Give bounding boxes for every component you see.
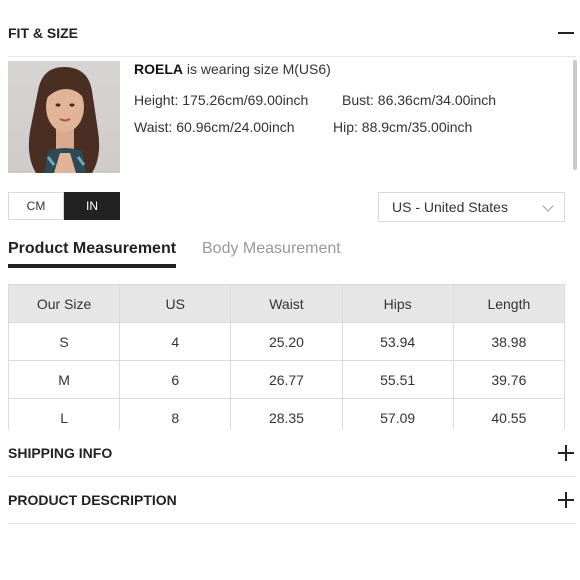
- header-our-size: Our Size: [8, 284, 121, 323]
- divider: [8, 476, 576, 477]
- model-waist: Waist: 60.96cm/24.00inch: [134, 119, 295, 135]
- unit-cm-button[interactable]: CM: [8, 192, 64, 220]
- model-wearing-text: ROELA is wearing size M(US6): [134, 61, 331, 77]
- table-cell: 6: [119, 360, 232, 399]
- table-row: L 8 28.35 57.09 40.55: [8, 398, 565, 430]
- table-cell: 28.35: [230, 398, 343, 430]
- table-cell: 40.55: [452, 398, 565, 430]
- model-name: ROELA: [134, 61, 183, 77]
- product-description-header[interactable]: PRODUCT DESCRIPTION: [8, 490, 580, 510]
- header-length: Length: [452, 284, 565, 323]
- table-cell: 55.51: [341, 360, 454, 399]
- tab-body-measurement[interactable]: Body Measurement: [202, 240, 341, 258]
- active-tab-underline: [8, 264, 177, 268]
- table-header-row: Our Size US Waist Hips Length: [8, 284, 565, 323]
- model-height: Height: 175.26cm/69.00inch: [134, 92, 309, 108]
- country-select-value: US - United States: [392, 199, 508, 215]
- product-description-title: PRODUCT DESCRIPTION: [8, 492, 177, 508]
- table-cell: L: [8, 398, 121, 430]
- header-us: US: [119, 284, 232, 323]
- header-hips: Hips: [341, 284, 454, 323]
- table-cell: M: [8, 360, 121, 399]
- tab-product-measurement[interactable]: Product Measurement: [8, 240, 177, 268]
- divider: [8, 523, 576, 524]
- table-cell: 4: [119, 322, 232, 361]
- header-waist: Waist: [230, 284, 343, 323]
- table-row: M 6 26.77 55.51 39.76: [8, 360, 565, 399]
- table-cell: 26.77: [230, 360, 343, 399]
- scrollbar[interactable]: [573, 60, 577, 170]
- plus-icon[interactable]: [558, 445, 574, 461]
- plus-icon[interactable]: [558, 492, 574, 508]
- table-cell: 53.94: [341, 322, 454, 361]
- country-select[interactable]: US - United States: [378, 192, 565, 222]
- shipping-info-title: SHIPPING INFO: [8, 445, 113, 461]
- table-cell: 39.76: [452, 360, 565, 399]
- table-cell: 8: [119, 398, 232, 430]
- tab-product-label: Product Measurement: [8, 240, 177, 257]
- fit-size-title: FIT & SIZE: [8, 25, 78, 41]
- fit-size-header[interactable]: FIT & SIZE: [8, 22, 580, 44]
- model-photo: [8, 61, 120, 173]
- table-cell: 25.20: [230, 322, 343, 361]
- size-table-container[interactable]: Our Size US Waist Hips Length S 4 25.20 …: [8, 284, 565, 430]
- table-cell: 57.09: [341, 398, 454, 430]
- model-hip: Hip: 88.9cm/35.00inch: [333, 119, 473, 135]
- chevron-down-icon: [542, 200, 554, 212]
- table-cell: S: [8, 322, 121, 361]
- shipping-info-header[interactable]: SHIPPING INFO: [8, 443, 580, 463]
- model-wearing-size: is wearing size M(US6): [183, 61, 331, 77]
- unit-toggle: CM IN: [8, 192, 120, 220]
- model-bust: Bust: 86.36cm/34.00inch: [342, 92, 497, 108]
- minus-icon[interactable]: [558, 25, 574, 41]
- table-cell: 38.98: [452, 322, 565, 361]
- unit-in-button[interactable]: IN: [64, 192, 120, 220]
- table-row: S 4 25.20 53.94 38.98: [8, 322, 565, 361]
- divider: [8, 56, 576, 57]
- size-table: Our Size US Waist Hips Length S 4 25.20 …: [8, 284, 565, 430]
